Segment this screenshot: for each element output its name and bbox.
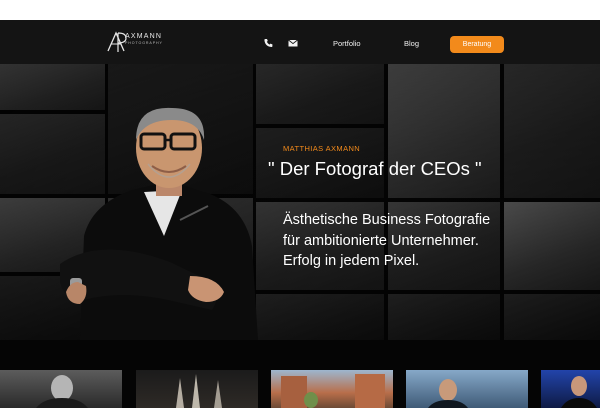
speaker-thumbnail-image xyxy=(561,376,597,408)
city-thumbnail-image xyxy=(281,374,385,408)
nav-link-blog[interactable]: Blog xyxy=(404,39,419,48)
site-header xyxy=(0,20,600,64)
brand-logo[interactable]: AXMANN PHOTOGRAPHY xyxy=(106,30,168,54)
tagline-line: Ästhetische Business Fotografie xyxy=(283,212,491,228)
top-whitespace xyxy=(0,0,600,20)
portfolio-thumbnail[interactable] xyxy=(406,370,528,408)
hero-eyebrow: MATTHIAS AXMANN xyxy=(283,144,361,153)
nav-link-portfolio[interactable]: Portfolio xyxy=(333,39,361,48)
portfolio-thumbnail[interactable] xyxy=(541,370,600,408)
brand-name: AXMANN xyxy=(125,33,163,40)
event-thumbnail-image xyxy=(176,374,222,408)
portfolio-thumbnail[interactable] xyxy=(136,370,258,408)
business-thumbnail-image xyxy=(428,379,468,408)
phone-icon[interactable] xyxy=(263,38,275,48)
brand-subtitle: PHOTOGRAPHY xyxy=(125,41,163,45)
mail-icon[interactable] xyxy=(287,38,299,48)
photographer-portrait xyxy=(60,107,258,340)
hero-tagline: Ästhetische Business Fotografie für ambi… xyxy=(283,210,583,272)
beratung-button[interactable]: Beratung xyxy=(450,36,504,53)
tagline-line: Erfolg in jedem Pixel. xyxy=(283,253,420,269)
portfolio-thumbnail[interactable] xyxy=(271,370,393,408)
portrait-thumbnail-image xyxy=(36,375,88,408)
hero-headline: " Der Fotograf der CEOs " xyxy=(268,158,482,179)
hero-section: MATTHIAS AXMANN " Der Fotograf der CEOs … xyxy=(0,64,600,340)
tagline-line: für ambitionierte Unternehmer. xyxy=(283,232,479,249)
portfolio-thumbnail[interactable] xyxy=(0,370,122,408)
